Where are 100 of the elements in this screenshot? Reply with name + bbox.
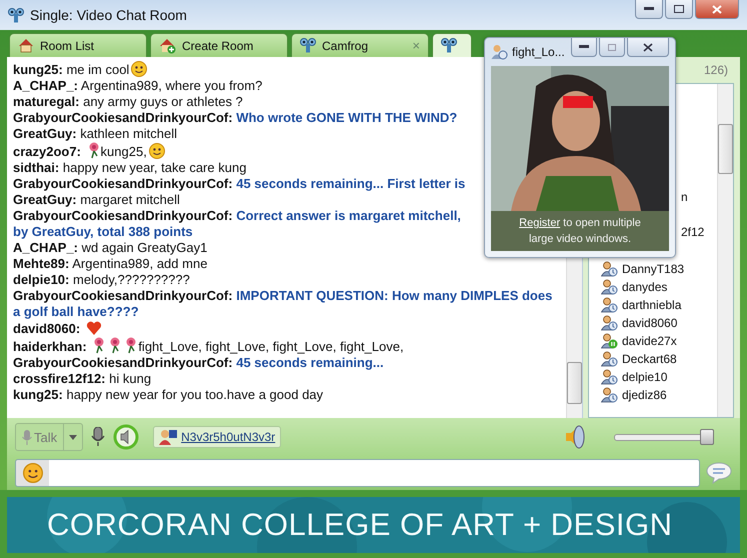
flower-icon	[108, 337, 122, 354]
user-icon	[601, 387, 618, 403]
username: GrabyourCookiesandDrinkyourCof:	[13, 355, 233, 370]
minimize-icon	[644, 7, 654, 11]
smiley-icon	[148, 143, 165, 159]
user-count: 126)	[704, 63, 728, 77]
user-name[interactable]: djediz86	[622, 388, 667, 402]
user-name[interactable]: delpie10	[622, 370, 668, 384]
username: david8060:	[13, 321, 80, 336]
bot-message-text: by GreatGuy, total 388 points	[13, 224, 193, 239]
username: sidthai:	[13, 160, 60, 175]
heart-icon	[86, 320, 102, 336]
tab[interactable]: Camfrog ×	[291, 33, 429, 57]
message-text: wd again GreatyGay1	[82, 240, 208, 255]
message-text: Argentina989, where you from?	[80, 78, 262, 93]
username: A_CHAP_:	[13, 78, 78, 93]
advertisement-banner[interactable]: CORCORAN COLLEGE OF ART + DESIGN	[7, 497, 740, 553]
user-name[interactable]: danydes	[622, 280, 668, 294]
close-button[interactable]	[627, 38, 669, 57]
video-window-title: fight_Lo...	[512, 45, 565, 59]
user-name[interactable]: Deckart68	[622, 352, 677, 366]
user-icon	[601, 315, 618, 331]
user-icon	[601, 351, 618, 367]
message-text: melody,??????????	[72, 272, 190, 287]
message-text: Argentina989, add mne	[72, 256, 208, 271]
username: GreatGuy:	[13, 126, 77, 141]
message-text: fight_Love, fight_Love, fight_Love, fight_Love,	[138, 339, 404, 354]
message-text: hi kung	[109, 371, 152, 386]
username: kung25:	[13, 387, 63, 402]
app-icon	[8, 8, 24, 22]
house-icon	[18, 38, 34, 53]
username: maturegal:	[13, 94, 80, 109]
user-name[interactable]: david8060	[622, 316, 678, 330]
user-icon	[601, 297, 618, 313]
username: GrabyourCookiesandDrinkyourCof:	[13, 208, 233, 223]
microphone-icon	[22, 430, 32, 444]
slider-thumb[interactable]	[700, 429, 714, 445]
username: GreatGuy:	[13, 192, 77, 207]
paused-user-icon	[601, 333, 618, 349]
speaker-icon[interactable]	[113, 424, 140, 450]
message-text: kung25,	[100, 144, 147, 159]
username: A_CHAP_:	[13, 240, 78, 255]
volume-icon[interactable]	[564, 424, 586, 450]
bot-message-text: 45 seconds remaining... First letter is	[236, 176, 466, 191]
tab[interactable]: Create Room	[150, 33, 288, 57]
user-name[interactable]: DannyT183	[622, 262, 684, 276]
maximize-button[interactable]	[665, 0, 693, 19]
minimize-button[interactable]	[635, 0, 663, 19]
user-icon	[601, 279, 618, 295]
flower-icon	[92, 337, 106, 354]
user-name[interactable]: 2f12	[681, 225, 704, 239]
scrollbar-thumb[interactable]	[567, 362, 582, 404]
volume-slider[interactable]	[611, 429, 717, 445]
username: delpie10:	[13, 272, 70, 287]
camfrog-icon	[300, 38, 316, 53]
scrollbar-thumb[interactable]	[718, 124, 733, 174]
user-name[interactable]: darthniebla	[622, 298, 682, 312]
user-name[interactable]: n	[681, 190, 688, 204]
message-text: any army guys or athletes ?	[83, 94, 243, 109]
username: GrabyourCookiesandDrinkyourCof:	[13, 176, 233, 191]
close-icon	[712, 4, 722, 14]
bot-message-text: Correct answer is margaret mitchell,	[236, 208, 461, 223]
maximize-icon	[674, 5, 684, 13]
flower-icon	[124, 337, 138, 354]
username: haiderkhan:	[13, 339, 87, 354]
username: kung25:	[13, 62, 63, 77]
microphone-icon[interactable]	[91, 427, 106, 447]
user-name[interactable]: davide27x	[622, 334, 677, 348]
user-icon	[601, 261, 618, 277]
banner-text: CORCORAN COLLEGE OF ART + DESIGN	[47, 507, 673, 543]
close-button[interactable]	[695, 0, 739, 19]
username: GrabyourCookiesandDrinkyourCof:	[13, 110, 233, 125]
message-text: happy new year for you too.have a good day	[66, 387, 324, 402]
user-avatar-icon	[159, 429, 178, 445]
send-icon[interactable]	[706, 462, 732, 484]
video-window[interactable]: fight_Lo... Register to open multiple large video windows.	[484, 37, 676, 258]
video-caption: Register to open multiple large video windows.	[518, 216, 642, 247]
username: crazy2oo7:	[13, 144, 81, 159]
username: Mehte89:	[13, 256, 70, 271]
maximize-icon	[608, 44, 616, 50]
message-text: me im cool	[66, 62, 130, 77]
register-link[interactable]: Register	[519, 217, 560, 229]
user-icon	[601, 369, 618, 385]
window-title: Single: Video Chat Room	[30, 7, 187, 23]
user-icon	[491, 44, 508, 60]
speaking-user-link[interactable]: N3v3r5h0utN3v3r	[153, 426, 282, 448]
smiley-icon	[131, 61, 148, 77]
tab[interactable]	[432, 33, 472, 57]
message-text: kathleen mitchell	[80, 126, 178, 141]
tab[interactable]: Room List	[9, 33, 147, 57]
bot-message-text: IMPORTANT QUESTION: How many DIMPLES does	[236, 288, 552, 303]
bot-message-text: Who wrote GONE WITH THE WIND?	[236, 110, 458, 125]
minimize-button[interactable]	[571, 38, 597, 57]
message-text: margaret mitchell	[80, 192, 180, 207]
username: GrabyourCookiesandDrinkyourCof:	[13, 288, 233, 303]
bot-message-text: a golf ball have????	[13, 304, 139, 319]
house-plus-icon	[159, 38, 176, 54]
message-text: happy new year, take care kung	[62, 160, 246, 175]
close-icon	[643, 42, 653, 52]
camfrog-icon	[441, 38, 457, 53]
